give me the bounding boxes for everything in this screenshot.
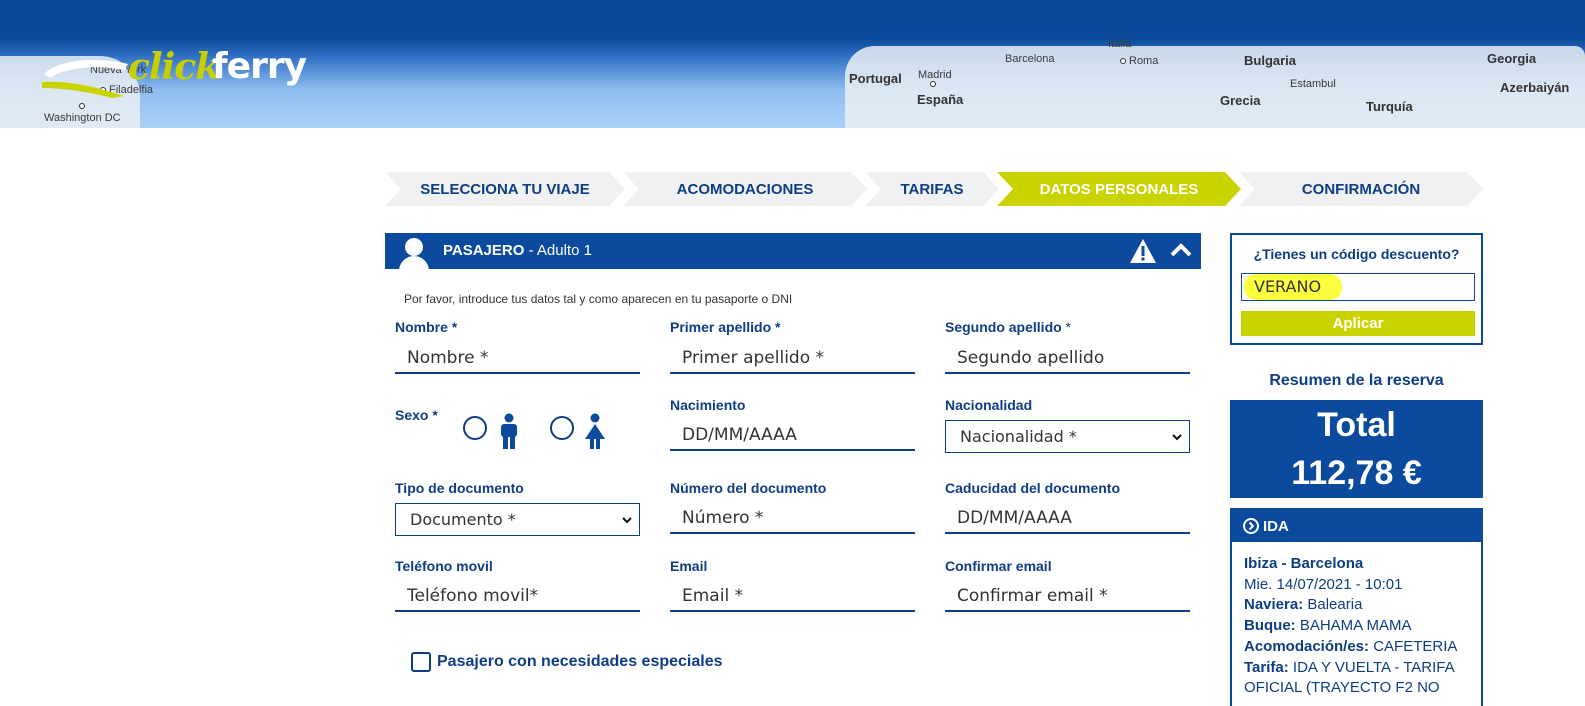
email-label: Email bbox=[670, 558, 708, 574]
telefono-input[interactable] bbox=[395, 582, 640, 612]
ida-details: Ibiza - Barcelona Mie. 14/07/2021 - 10:0… bbox=[1244, 554, 1476, 699]
logo-ferry-text: ferry bbox=[212, 46, 307, 87]
sexo-female-radio[interactable] bbox=[550, 416, 574, 440]
ida-header[interactable]: IDA bbox=[1232, 510, 1481, 542]
map-label-barcelona: Barcelona bbox=[1005, 53, 1055, 65]
map-dot-madrid bbox=[930, 81, 936, 87]
map-label-turquia: Turquía bbox=[1366, 99, 1413, 114]
discount-code-input[interactable]: VERANO bbox=[1241, 273, 1475, 301]
total-value: 112,78 € bbox=[1291, 454, 1422, 492]
step-acomodaciones[interactable]: ACOMODACIONES bbox=[623, 172, 867, 206]
sexo-male-radio[interactable] bbox=[463, 416, 487, 440]
ida-tarifa: Tarifa: IDA Y VUELTA - TARIFA OFICIAL (T… bbox=[1244, 658, 1454, 697]
map-label-madrid: Madrid bbox=[918, 69, 952, 81]
passport-hint: Por favor, introduce tus datos tal y com… bbox=[404, 292, 793, 306]
ida-acomodacion: Acomodación/es: CAFETERIA bbox=[1244, 637, 1458, 655]
primer-apellido-label: Primer apellido * bbox=[670, 319, 781, 335]
passenger-title: PASAJERO - Adulto 1 bbox=[443, 242, 592, 259]
caducidad-input[interactable] bbox=[945, 504, 1190, 534]
confirmar-email-label: Confirmar email bbox=[945, 558, 1052, 574]
ida-trip-card: IDA Ibiza - Barcelona Mie. 14/07/2021 - … bbox=[1230, 508, 1483, 706]
step-datos-personales[interactable]: DATOS PERSONALES bbox=[997, 172, 1241, 206]
sexo-label: Sexo * bbox=[395, 407, 438, 423]
map-land-europe bbox=[845, 46, 1585, 128]
chevron-up-icon[interactable] bbox=[1169, 240, 1193, 260]
warning-icon[interactable] bbox=[1129, 238, 1157, 264]
chevron-right-circle-icon bbox=[1243, 518, 1259, 534]
logo-swoosh-icon bbox=[42, 59, 128, 98]
nombre-input[interactable] bbox=[395, 344, 640, 374]
map-label-roma: Roma bbox=[1129, 55, 1159, 67]
ida-buque: Buque: BAHAMA MAMA bbox=[1244, 617, 1412, 635]
total-box: Total 112,78 € bbox=[1230, 400, 1483, 498]
nacionalidad-label: Nacionalidad bbox=[945, 397, 1033, 413]
tipo-documento-label: Tipo de documento bbox=[395, 480, 524, 496]
tipo-documento-select[interactable]: Documento * bbox=[395, 503, 640, 536]
segundo-apellido-label: Segundo apellido * bbox=[945, 319, 1072, 335]
step-selecciona-viaje[interactable]: SELECCIONA TU VIAJE bbox=[385, 172, 625, 206]
map-dot-roma bbox=[1120, 58, 1126, 64]
special-needs-checkbox[interactable] bbox=[411, 652, 431, 672]
special-needs-label[interactable]: Pasajero con necesidades especiales bbox=[437, 653, 723, 671]
tipo-documento-selected: Documento * bbox=[410, 510, 516, 529]
ida-naviera: Naviera: Balearia bbox=[1244, 596, 1363, 614]
confirmar-email-input[interactable] bbox=[945, 582, 1190, 612]
segundo-apellido-input[interactable] bbox=[945, 344, 1190, 374]
ida-title: IDA bbox=[1263, 518, 1289, 535]
telefono-label: Teléfono movil bbox=[395, 558, 493, 574]
map-label-bulgaria: Bulgaria bbox=[1244, 53, 1297, 68]
discount-code-value: VERANO bbox=[1254, 277, 1322, 296]
female-icon bbox=[585, 413, 605, 449]
numero-documento-input[interactable] bbox=[670, 504, 915, 534]
ida-route: Ibiza - Barcelona bbox=[1244, 555, 1364, 572]
map-label-azerbaiyan: Azerbaiyán bbox=[1500, 80, 1570, 95]
nacionalidad-selected: Nacionalidad * bbox=[960, 427, 1077, 446]
map-label-georgia: Georgia bbox=[1487, 51, 1537, 66]
chevron-down-icon bbox=[1172, 434, 1182, 441]
summary-title: Resumen de la reserva bbox=[1269, 372, 1444, 389]
numero-documento-label: Número del documento bbox=[670, 480, 827, 496]
map-label-espana: España bbox=[917, 92, 964, 107]
nacionalidad-select[interactable]: Nacionalidad * bbox=[945, 420, 1190, 453]
passenger-panel-header: PASAJERO - Adulto 1 bbox=[385, 233, 1201, 269]
site-header: Nueva York Filadelfia Washington DC Port… bbox=[0, 0, 1585, 128]
primer-apellido-input[interactable] bbox=[670, 344, 915, 374]
map-label-grecia: Grecia bbox=[1220, 93, 1261, 108]
nacimiento-input[interactable] bbox=[670, 421, 915, 451]
user-avatar-icon bbox=[397, 236, 431, 269]
ida-date: Mie. 14/07/2021 - 10:01 bbox=[1244, 575, 1403, 593]
clickferry-logo[interactable]: click ferry bbox=[40, 44, 320, 104]
chevron-down-icon bbox=[622, 517, 632, 524]
nombre-label: Nombre * bbox=[395, 319, 458, 335]
nacimiento-label: Nacimiento bbox=[670, 397, 746, 413]
discount-title: ¿Tienes un código descuento? bbox=[1253, 246, 1460, 262]
map-label-portugal: Portugal bbox=[849, 71, 902, 86]
male-icon bbox=[501, 413, 517, 449]
email-input[interactable] bbox=[670, 582, 915, 612]
map-label-estambul: Estambul bbox=[1290, 78, 1336, 90]
caducidad-label: Caducidad del documento bbox=[945, 480, 1121, 496]
step-confirmacion[interactable]: CONFIRMACIÓN bbox=[1239, 172, 1483, 206]
total-label: Total bbox=[1317, 406, 1396, 444]
logo-click-text: click bbox=[128, 46, 220, 88]
map-label-italia: Italia bbox=[1108, 38, 1132, 50]
map-label-washington: Washington DC bbox=[44, 112, 121, 124]
apply-discount-button[interactable]: Aplicar bbox=[1241, 311, 1475, 336]
discount-box: ¿Tienes un código descuento? VERANO Apli… bbox=[1230, 233, 1483, 345]
step-tarifas[interactable]: TARIFAS bbox=[865, 172, 999, 206]
